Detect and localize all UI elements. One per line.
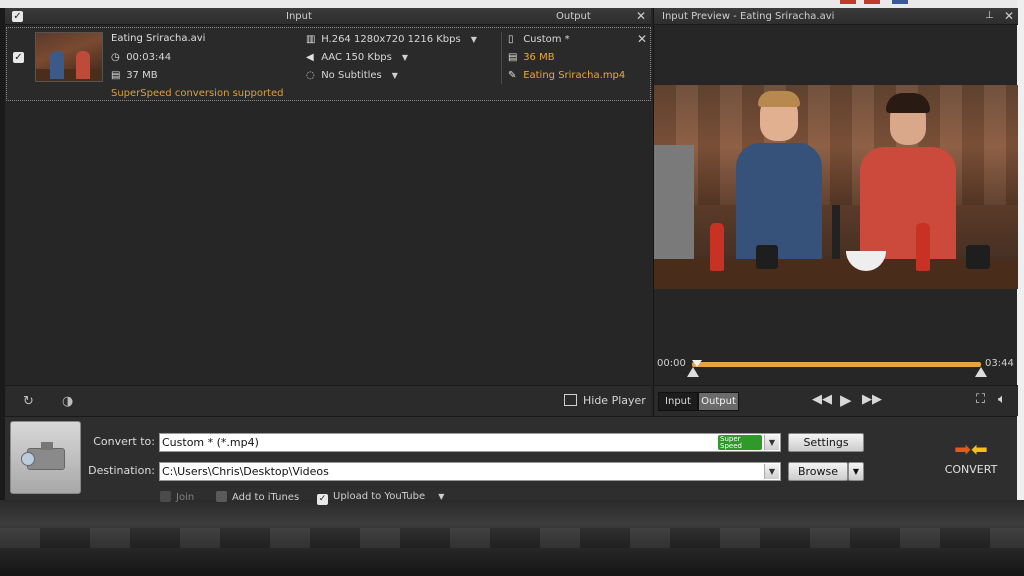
speaker-icon: ◀ [306, 52, 314, 63]
chevron-down-icon[interactable]: ▼ [438, 492, 444, 501]
list-toolbar: ↻ ◑ Hide Player [5, 385, 651, 416]
partial-logos [840, 0, 920, 4]
convert-area: Convert to: Custom * (*.mp4) Super Speed … [5, 416, 1017, 505]
destination-label: Destination: [88, 464, 155, 477]
fullscreen-icon[interactable]: ⛶ [976, 392, 985, 407]
output-size: ▤ 36 MB [508, 52, 555, 63]
browse-button[interactable]: Browse [788, 462, 848, 481]
seek-bar[interactable] [692, 362, 981, 367]
output-column-header: Output [556, 11, 591, 22]
list-header: ✓ Input Output ✕ [5, 8, 651, 25]
contrast-icon[interactable]: ◑ [62, 394, 73, 409]
youtube-option[interactable]: ✓ Upload to YouTube ▼ [317, 491, 444, 505]
input-column-header: Input [286, 11, 312, 22]
input-duration: ◷ 00:03:44 [111, 52, 172, 63]
tab-output[interactable]: Output [698, 392, 739, 411]
converter-window: ✓ Input Output ✕ ✓ Eating Sriracha.avi ◷… [5, 8, 1018, 505]
trim-end-handle[interactable] [975, 367, 987, 377]
output-profile[interactable]: ▯ Custom * [508, 34, 570, 45]
volume-icon[interactable]: 🔈︎ [998, 392, 1006, 407]
subtitles-dropdown[interactable]: ◌ No Subtitles ▼ [306, 70, 398, 81]
blue-logo-fragment [892, 0, 908, 4]
play-icon[interactable]: ▶ [840, 391, 852, 409]
current-time: 00:00 [657, 358, 686, 369]
rewind-icon[interactable]: ◀◀ [812, 392, 832, 407]
select-all-checkbox[interactable]: ✓ [12, 11, 23, 22]
file-icon: ▤ [111, 70, 121, 81]
convert-to-select[interactable]: Custom * (*.mp4) Super Speed ▼ [159, 433, 781, 452]
file-row[interactable]: ✓ Eating Sriracha.avi ◷ 00:03:44 ▤ 37 MB… [6, 27, 651, 101]
desktop-top-strip [0, 0, 1024, 8]
column-divider [501, 32, 502, 84]
input-size: ▤ 37 MB [111, 70, 158, 81]
destination-field[interactable]: C:\Users\Chris\Desktop\Videos ▼ [159, 462, 781, 481]
chevron-down-icon[interactable]: ▼ [764, 435, 779, 450]
audio-track-dropdown[interactable]: ◀ AAC 150 Kbps ▼ [306, 52, 408, 63]
tab-input[interactable]: Input [658, 392, 698, 411]
superspeed-note: SuperSpeed conversion supported [111, 88, 284, 99]
convert-arrows-icon: ➡⬅ [954, 437, 988, 461]
preview-panel: Input Preview - Eating Sriracha.avi ⊥ ✕ … [653, 8, 1018, 416]
join-checkbox[interactable] [160, 491, 171, 502]
superspeed-badge: Super Speed [718, 435, 762, 450]
trim-start-handle[interactable] [687, 367, 699, 377]
clear-list-close-icon[interactable]: ✕ [636, 9, 646, 23]
red-logo-fragment [864, 0, 880, 4]
close-preview-icon[interactable]: ✕ [1004, 9, 1014, 23]
preview-header: Input Preview - Eating Sriracha.avi ⊥ ✕ [654, 8, 1018, 25]
settings-button[interactable]: Settings [788, 433, 864, 452]
player-icon [564, 394, 577, 406]
fast-forward-icon[interactable]: ▶▶ [862, 392, 882, 407]
convert-button[interactable]: ➡⬅ CONVERT [935, 437, 1007, 487]
hide-player-button[interactable]: Hide Player [564, 394, 646, 407]
chevron-down-icon: ▼ [470, 35, 477, 44]
clock-icon: ◷ [111, 52, 120, 63]
join-option[interactable]: Join [160, 491, 194, 503]
total-time: 03:44 [985, 358, 1014, 369]
chevron-down-icon[interactable]: ▼ [764, 464, 779, 479]
remove-file-close-icon[interactable]: ✕ [637, 32, 647, 46]
file-row-checkbox[interactable]: ✓ [13, 52, 24, 63]
desktop-right-strip [1017, 0, 1024, 500]
film-icon: ▥ [306, 34, 316, 45]
refresh-icon[interactable]: ↻ [23, 394, 34, 409]
youtube-checkbox[interactable]: ✓ [317, 494, 328, 505]
itunes-option[interactable]: Add to iTunes [216, 491, 299, 503]
video-track-dropdown[interactable]: ▥ H.264 1280x720 1216 Kbps ▼ [306, 34, 477, 45]
file-list-panel: ✓ Input Output ✕ ✓ Eating Sriracha.avi ◷… [5, 8, 651, 416]
chevron-down-icon: ▼ [401, 53, 409, 62]
file-icon: ▤ [508, 52, 518, 63]
device-icon: ▯ [508, 34, 514, 45]
itunes-checkbox[interactable] [216, 491, 227, 502]
output-filename[interactable]: ✎ Eating Sriracha.mp4 [508, 70, 625, 81]
browse-dropdown-button[interactable]: ▼ [848, 462, 864, 481]
pin-icon[interactable]: ⊥ [985, 10, 994, 21]
red-logo-fragment [840, 0, 856, 4]
camera-icon[interactable] [10, 421, 81, 494]
pencil-icon: ✎ [508, 70, 517, 81]
convert-to-label: Convert to: [93, 435, 155, 448]
preview-controls: Input Output ◀◀ ▶ ▶▶ ⛶ 🔈︎ [654, 385, 1018, 416]
speech-bubble-icon: ◌ [306, 70, 315, 81]
desktop-background [0, 500, 1024, 576]
seek-bar-fill [692, 362, 981, 367]
preview-title: Input Preview - Eating Sriracha.avi [662, 11, 835, 22]
video-thumbnail [35, 32, 103, 82]
playhead[interactable] [692, 360, 702, 367]
video-frame[interactable] [654, 85, 1018, 289]
chevron-down-icon: ▼ [391, 71, 398, 80]
input-filename: Eating Sriracha.avi [111, 33, 206, 44]
